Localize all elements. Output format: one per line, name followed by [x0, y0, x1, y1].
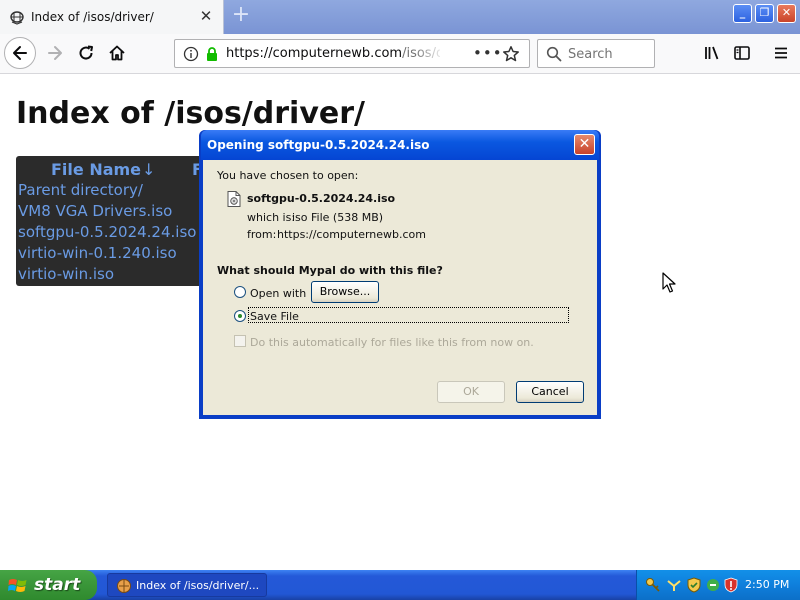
key-icon[interactable] [645, 577, 661, 593]
tab-title: Index of /isos/driver/ [31, 10, 154, 24]
home-icon[interactable] [102, 38, 132, 68]
search-placeholder: Search [568, 47, 613, 62]
lock-icon [204, 46, 220, 66]
which-is-label: which is: [247, 211, 296, 224]
dialog-title: Opening softgpu-0.5.2024.24.iso [207, 138, 430, 152]
taskbar-window-label: Index of /isos/driver/... [136, 579, 260, 592]
file-link[interactable]: virtio-win.iso [18, 265, 114, 283]
open-with-label[interactable]: Open with [250, 287, 306, 300]
browser-tab[interactable]: Index of /isos/driver/ ✕ [0, 0, 224, 34]
cancel-button[interactable]: Cancel [516, 381, 584, 403]
file-link[interactable]: virtio-win-0.1.240.iso [18, 244, 177, 262]
mouse-cursor-icon [662, 272, 676, 298]
dialog-close-button[interactable]: ✕ [574, 134, 595, 155]
plus-icon[interactable]: + [230, 4, 252, 27]
save-file-radio[interactable] [234, 310, 246, 322]
tab-close-icon[interactable]: ✕ [199, 9, 213, 24]
nav-toolbar: https://computernewb.com/isos/driv ••• S… [0, 34, 800, 74]
info-icon[interactable] [183, 46, 199, 66]
clock: 2:50 PM [745, 578, 790, 591]
dialog-intro: You have chosen to open: [217, 169, 359, 182]
security-shield-icon[interactable] [686, 577, 702, 593]
url-text: https://computernewb.com/isos/driv [226, 46, 440, 61]
minimize-button[interactable]: _ [733, 4, 752, 23]
forward-arrow-icon[interactable] [40, 38, 70, 68]
sidebar-icon[interactable] [727, 38, 757, 68]
page-title: Index of /isos/driver/ [16, 96, 365, 131]
ellipsis-icon[interactable]: ••• [473, 44, 503, 62]
reload-icon[interactable] [71, 38, 101, 68]
download-dialog: Opening softgpu-0.5.2024.24.iso ✕ You ha… [199, 130, 601, 419]
alert-shield-icon[interactable] [723, 577, 739, 593]
url-fade [415, 44, 445, 64]
window-close-button[interactable]: ✕ [777, 4, 796, 23]
url-bar[interactable]: https://computernewb.com/isos/driv ••• [174, 39, 530, 68]
column-header-file-name[interactable]: File Name [51, 160, 141, 179]
file-type-value: iso File (538 MB) [292, 211, 384, 224]
iso-file-icon [227, 191, 241, 207]
auto-checkbox-label: Do this automatically for files like thi… [250, 336, 534, 349]
file-link[interactable]: softgpu-0.5.2024.24.iso [18, 223, 196, 241]
dialog-titlebar[interactable]: Opening softgpu-0.5.2024.24.iso ✕ [201, 130, 599, 160]
auto-checkbox[interactable] [234, 335, 246, 347]
dialog-question: What should Mypal do with this file? [217, 264, 443, 277]
tab-strip: Index of /isos/driver/ ✕ + _ ❐ ✕ [0, 0, 800, 34]
from-label: from: [247, 228, 277, 241]
volume-icon[interactable] [705, 577, 721, 593]
start-button[interactable]: start [0, 570, 97, 600]
search-input[interactable]: Search [537, 39, 655, 68]
taskbar-window-button[interactable]: Index of /isos/driver/... [107, 573, 267, 597]
sort-arrow-icon: ↓ [142, 160, 156, 179]
windows-logo-icon [8, 577, 28, 598]
browser-app-icon [116, 578, 132, 598]
radio-selected-dot [238, 314, 242, 318]
open-with-radio[interactable] [234, 286, 246, 298]
file-link[interactable]: VM8 VGA Drivers.iso [18, 202, 172, 220]
network-icon[interactable] [666, 577, 682, 593]
file-link-parent[interactable]: Parent directory/ [18, 181, 143, 199]
library-icon[interactable] [697, 38, 727, 68]
server-icon [9, 9, 25, 25]
browse-button[interactable]: Browse... [311, 281, 379, 303]
star-icon[interactable] [502, 45, 520, 67]
from-value: https://computernewb.com [277, 228, 426, 241]
back-arrow-icon[interactable] [4, 37, 36, 69]
ok-button[interactable]: OK [437, 381, 505, 403]
dialog-filename: softgpu-0.5.2024.24.iso [247, 192, 396, 205]
taskbar: start Index of /isos/driver/... 2:50 PM [0, 570, 800, 600]
start-label: start [34, 575, 81, 595]
url-host: https://computernewb.com [226, 46, 403, 61]
maximize-button[interactable]: ❐ [755, 4, 774, 23]
dialog-body: You have chosen to open: softgpu-0.5.202… [203, 160, 597, 415]
magnifier-icon [546, 46, 562, 66]
save-file-label[interactable]: Save File [250, 310, 299, 323]
system-tray: 2:50 PM [636, 570, 800, 600]
hamburger-icon[interactable] [766, 38, 796, 68]
